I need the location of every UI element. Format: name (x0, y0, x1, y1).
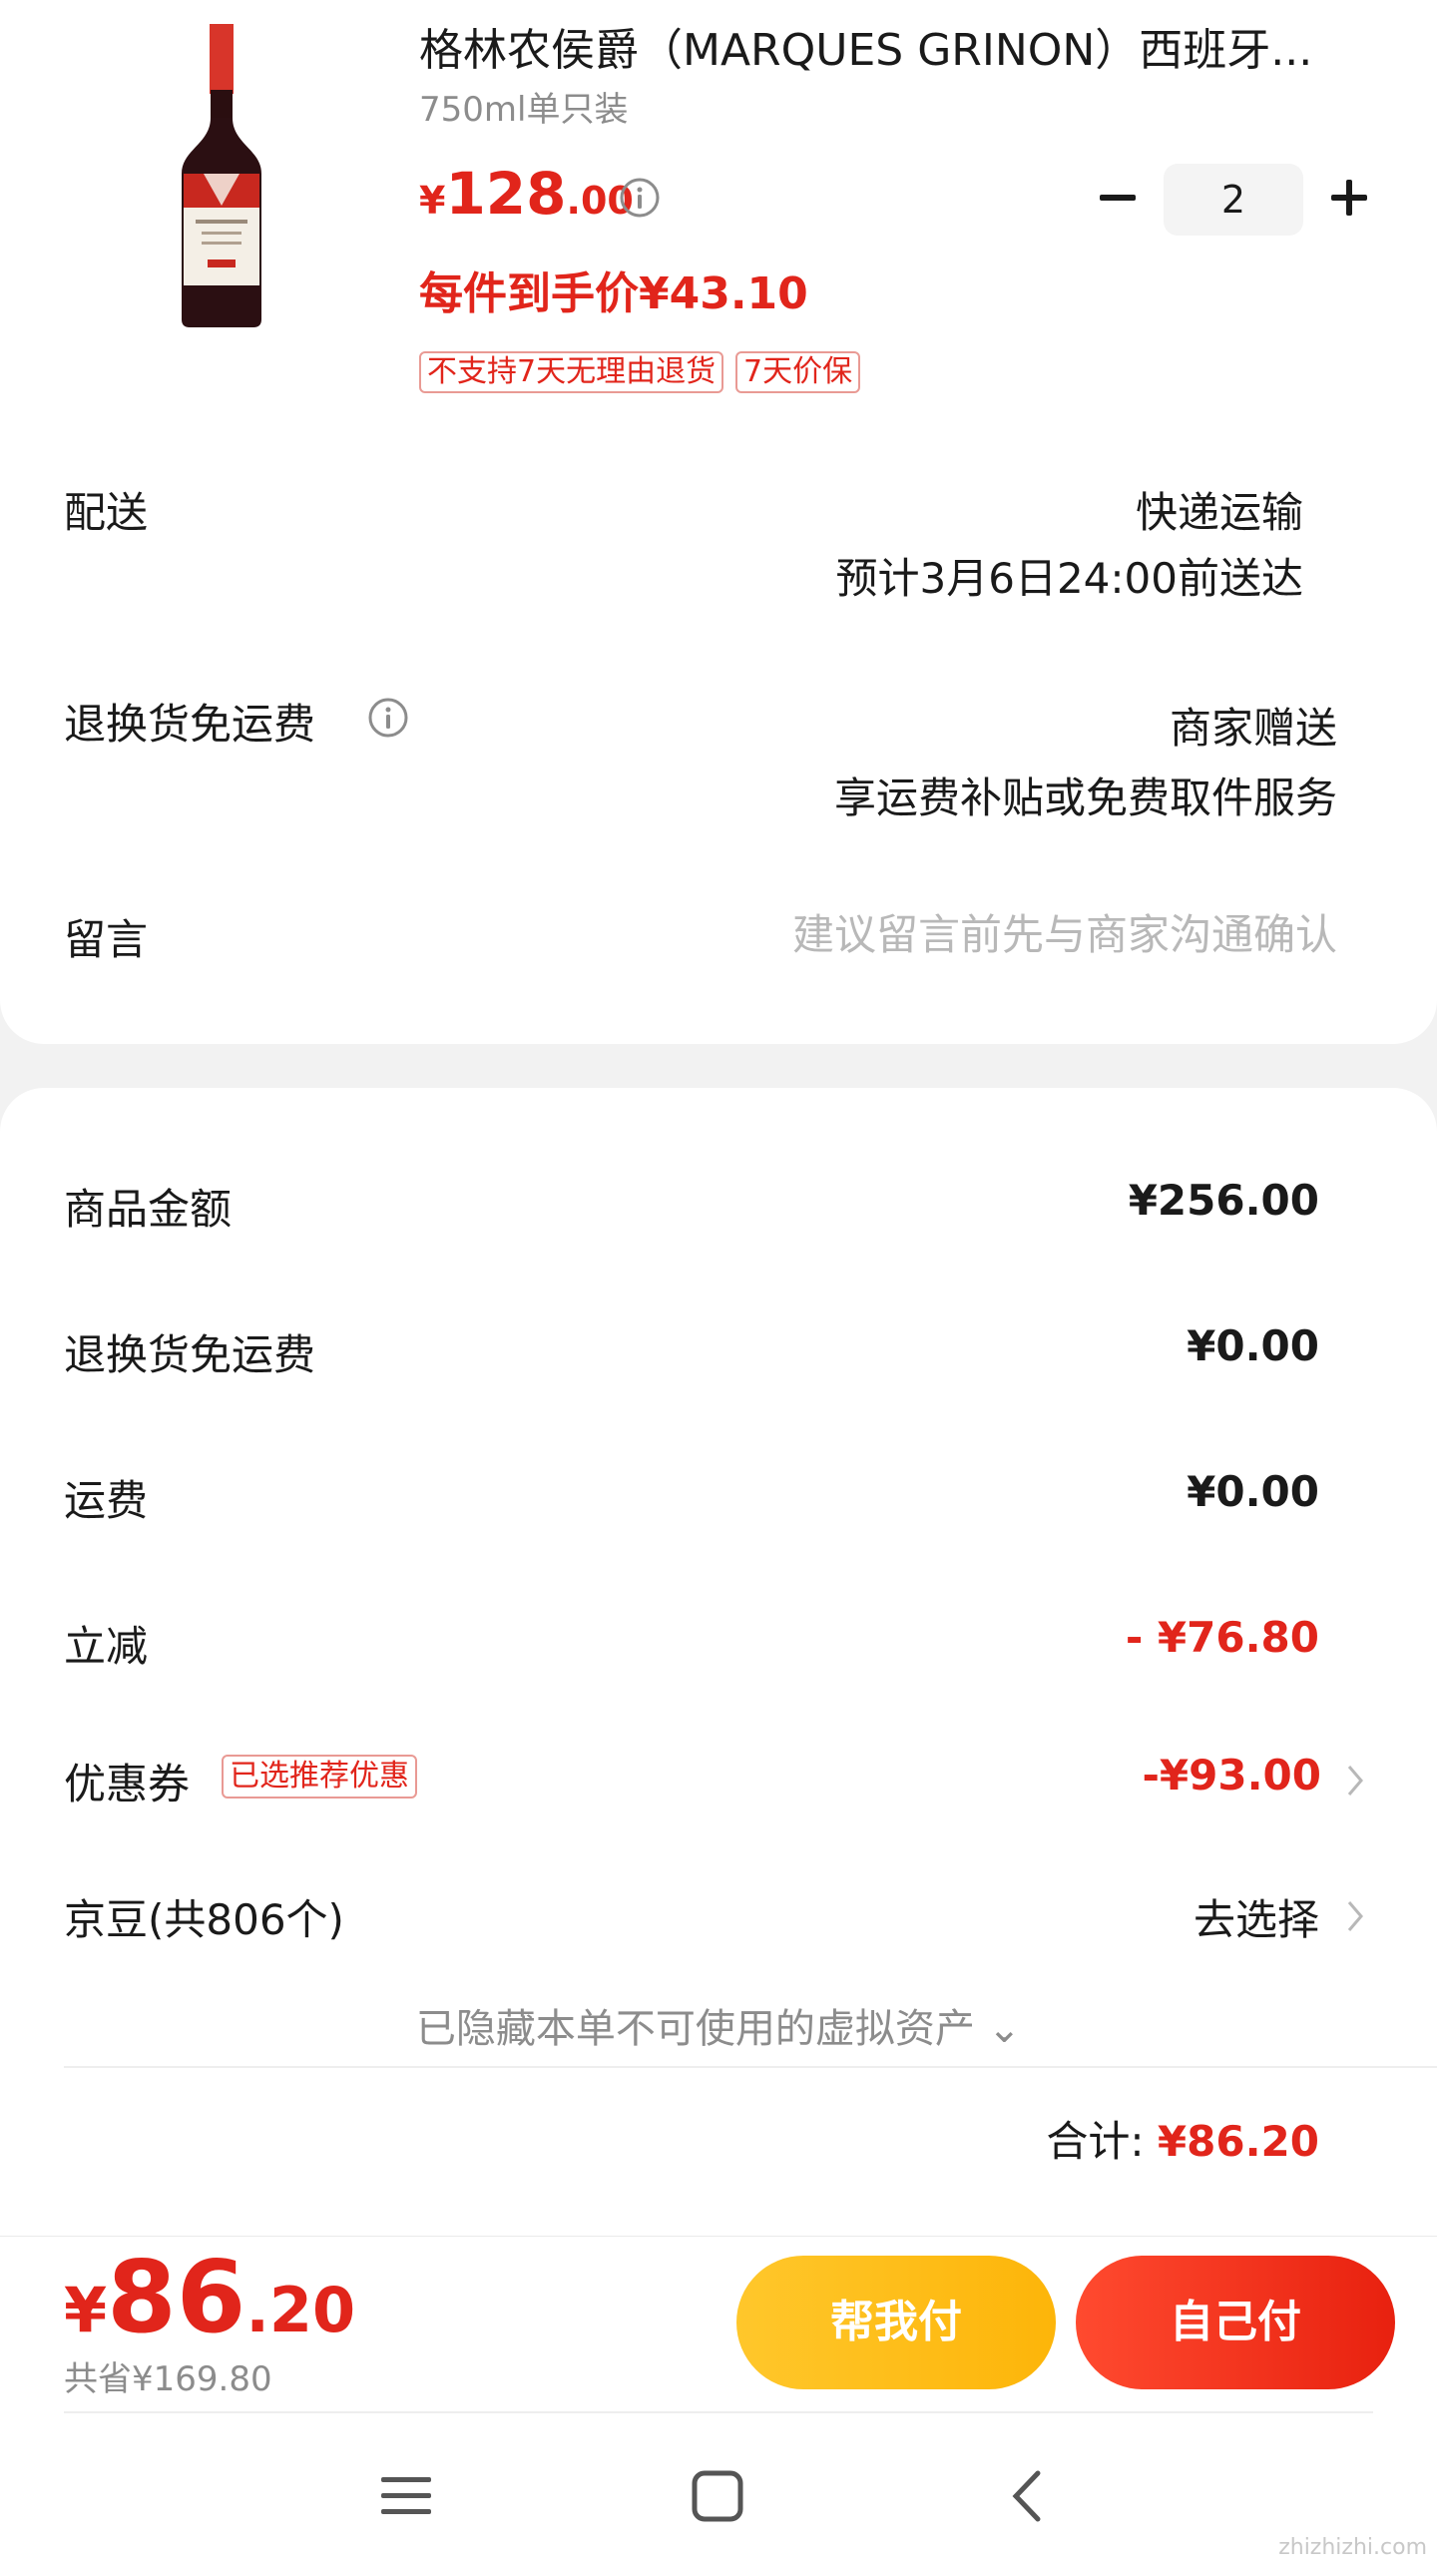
product-spec: 750ml单只装 (419, 90, 629, 130)
return-shipping-value: 商家赠送 (1169, 704, 1337, 753)
info-icon[interactable] (619, 177, 661, 219)
nav-divider (64, 2411, 1373, 2413)
quantity-value[interactable]: 2 (1164, 164, 1303, 236)
self-pay-button[interactable]: 自己付 (1076, 2256, 1395, 2389)
home-icon[interactable] (683, 2461, 752, 2531)
chevron-right-icon[interactable] (1343, 1894, 1369, 1938)
product-price: ¥128.00 (419, 165, 634, 223)
return-fee-label: 退换货免运费 (64, 1330, 316, 1379)
pay-total-decimal: .20 (245, 2274, 356, 2346)
plus-icon[interactable] (1327, 176, 1371, 220)
chevron-right-icon[interactable] (1343, 1759, 1369, 1803)
product-title[interactable]: 格林农侯爵（MARQUES GRINON）西班牙... (419, 22, 1357, 80)
price-protect-tag: 7天价保 (735, 351, 861, 393)
pay-total: ¥86.20 (64, 2248, 355, 2347)
pay-total-integer: 86 (107, 2239, 246, 2355)
return-shipping-label: 退换货免运费 (64, 700, 316, 749)
pay-total-currency: ¥ (64, 2274, 108, 2346)
coupon-amount[interactable]: -¥93.00 (1142, 1751, 1321, 1800)
discount-value: - ¥76.80 (1125, 1613, 1319, 1662)
delivery-method[interactable]: 快递运输 (1136, 479, 1303, 540)
unit-price: 每件到手价¥43.10 (419, 268, 808, 319)
delivery-eta[interactable]: 预计3月6日24:00前送达 (836, 545, 1303, 606)
hidden-assets-toggle[interactable]: 已隐藏本单不可使用的虚拟资产 ⌄ (0, 1996, 1437, 2054)
divider (64, 2066, 1437, 2068)
delivery-label: 配送 (64, 488, 149, 537)
back-icon[interactable] (994, 2461, 1064, 2531)
goods-amount-value: ¥256.00 (1128, 1176, 1319, 1225)
discount-label: 立减 (64, 1622, 149, 1671)
price-currency: ¥ (419, 179, 446, 223)
price-integer: 128 (445, 160, 567, 228)
beans-label: 京豆(共806个) (64, 1895, 344, 1944)
shipping-fee-value: ¥0.00 (1187, 1467, 1319, 1516)
goods-amount-label: 商品金额 (64, 1185, 233, 1234)
menu-icon[interactable] (371, 2461, 441, 2531)
coupon-label[interactable]: 优惠券 (64, 1751, 190, 1811)
note-label: 留言 (64, 915, 149, 964)
return-fee-value: ¥0.00 (1187, 1321, 1319, 1370)
shipping-fee-label: 运费 (64, 1476, 149, 1525)
total-amount: ¥86.20 (1157, 2117, 1319, 2166)
wine-bottle-image (182, 24, 261, 327)
watermark: zhizhizhi.com (1278, 2535, 1427, 2560)
beans-select[interactable]: 去选择 (1194, 1886, 1319, 1947)
return-shipping-desc: 享运费补贴或免费取件服务 (833, 773, 1337, 822)
total-label: 合计: (1046, 2117, 1145, 2166)
help-me-pay-button[interactable]: 帮我付 (736, 2256, 1056, 2389)
note-input[interactable] (699, 904, 1337, 964)
saved-amount: 共省¥169.80 (64, 2359, 272, 2399)
info-icon[interactable] (367, 697, 409, 739)
order-total: 合计: ¥86.20 (1046, 2108, 1319, 2169)
price-summary-card (0, 1088, 1437, 2236)
coupon-badge: 已选推荐优惠 (222, 1755, 417, 1799)
minus-icon[interactable] (1096, 176, 1140, 220)
no-return-tag: 不支持7天无理由退货 (419, 351, 724, 393)
